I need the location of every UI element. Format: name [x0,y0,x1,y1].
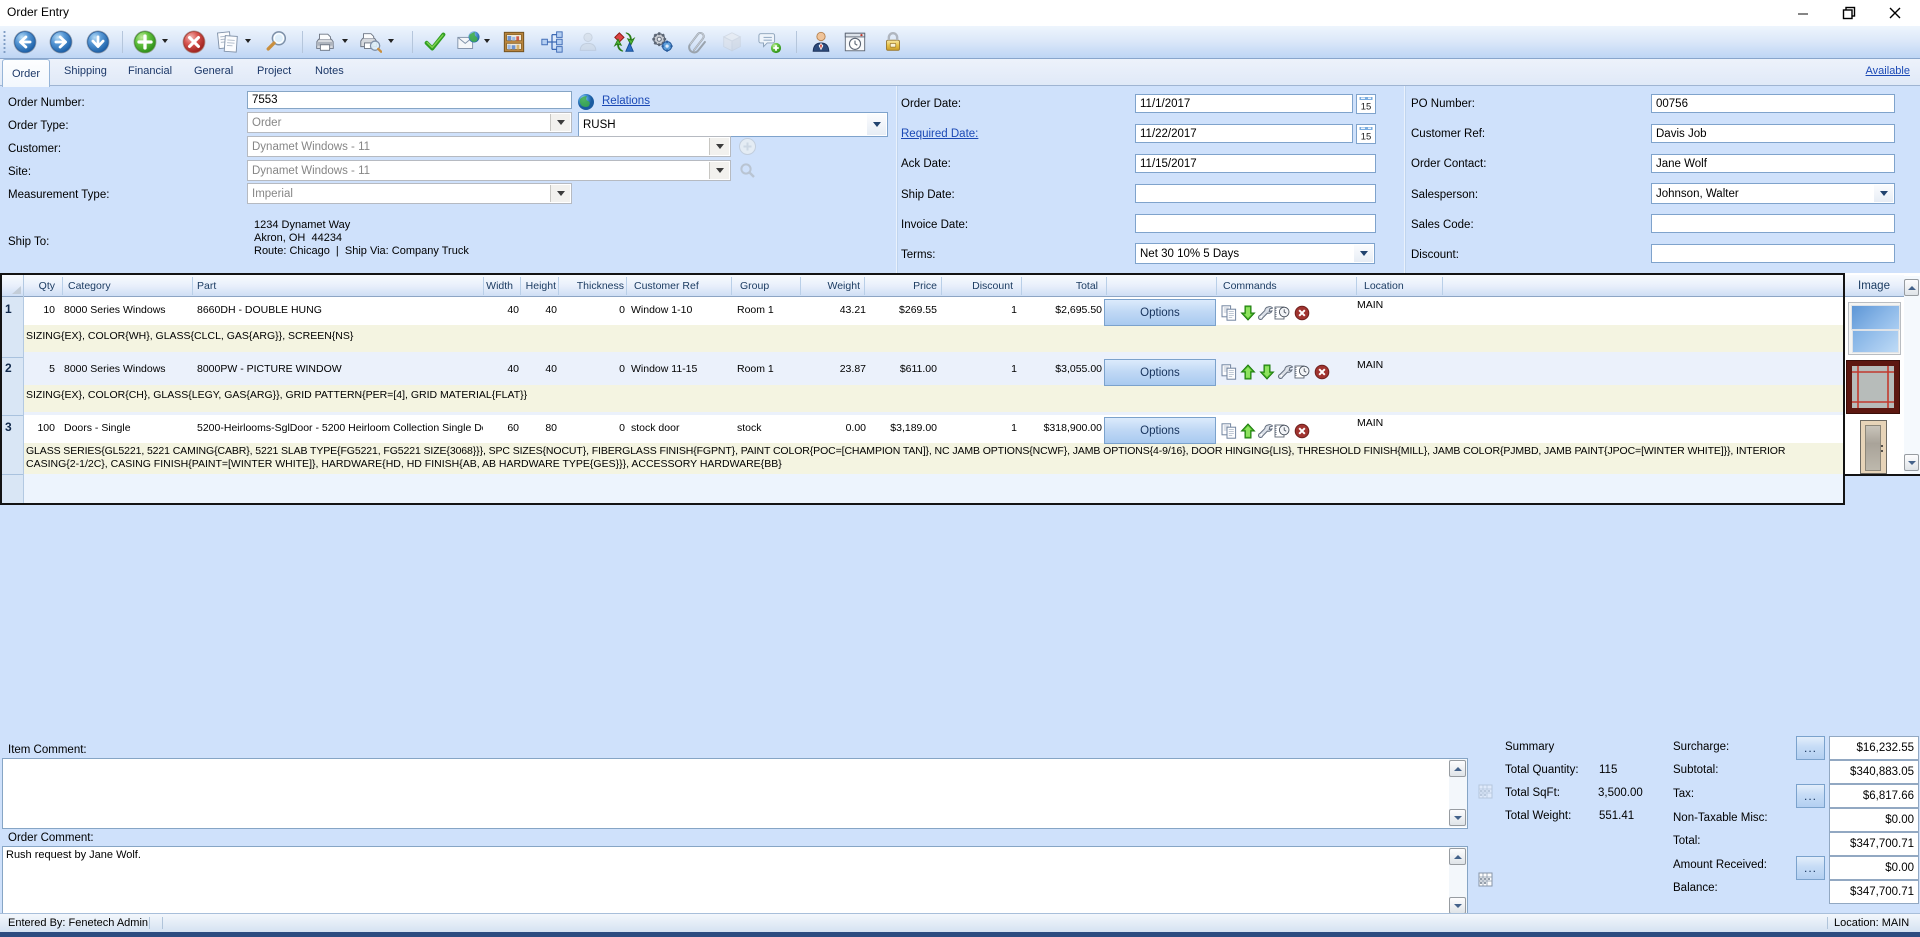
svg-text:15: 15 [1361,102,1372,113]
svg-text:15: 15 [1361,132,1372,143]
